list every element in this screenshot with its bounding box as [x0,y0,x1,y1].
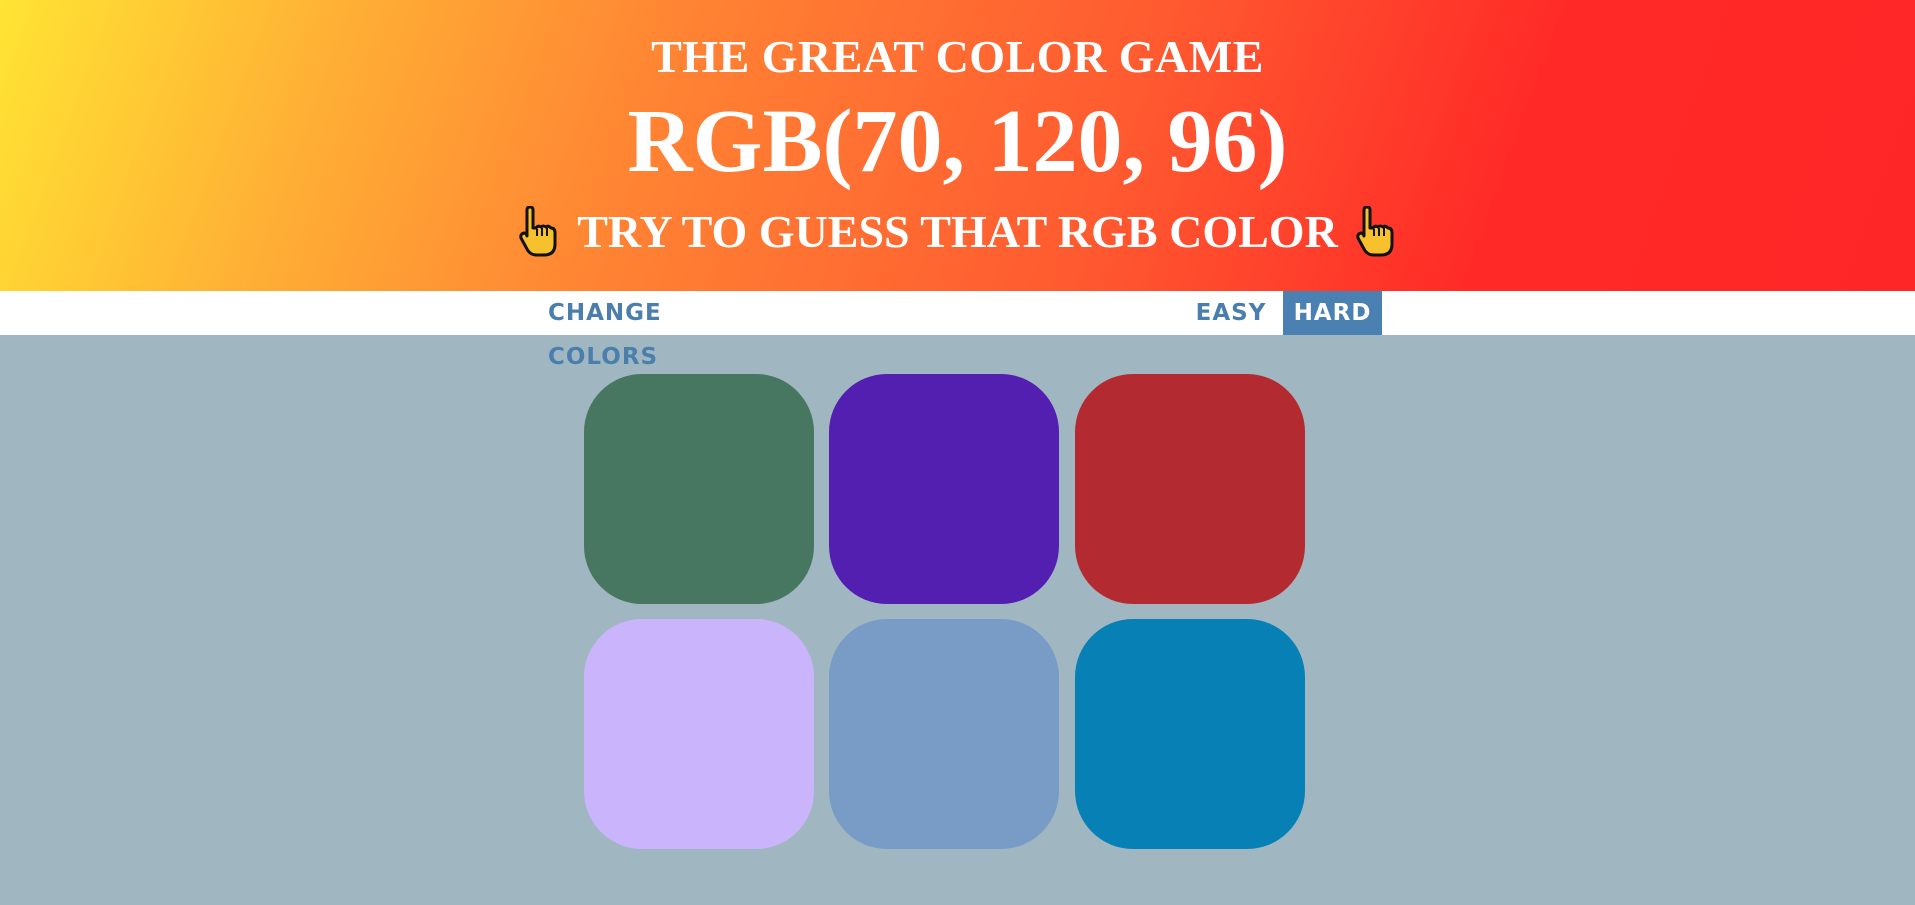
pointing-hand-icon [519,206,557,257]
guess-prompt: TRY TO GUESS THAT RGB COLOR [0,204,1915,260]
game-title: THE GREAT COLOR GAME [651,31,1264,82]
color-square[interactable] [584,619,814,849]
header: THE GREAT COLOR GAME RGB(70, 120, 96) TR… [0,0,1915,291]
color-square[interactable] [1075,374,1305,604]
hard-mode-button[interactable]: HARD [1283,291,1382,335]
prompt-text: TRY TO GUESS THAT RGB COLOR [577,206,1338,257]
rgb-target-display: RGB(70, 120, 96) [627,92,1288,191]
easy-mode-button[interactable]: EASY [1190,291,1272,335]
color-square[interactable] [829,619,1059,849]
color-square[interactable] [584,374,814,604]
color-square[interactable] [829,374,1059,604]
color-square[interactable] [1075,619,1305,849]
color-board [584,374,1306,850]
change-colors-button[interactable]: CHANGE COLORS [548,291,778,370]
pointing-hand-icon [1356,206,1394,257]
control-bar: CHANGE COLORS EASY HARD [0,291,1915,370]
